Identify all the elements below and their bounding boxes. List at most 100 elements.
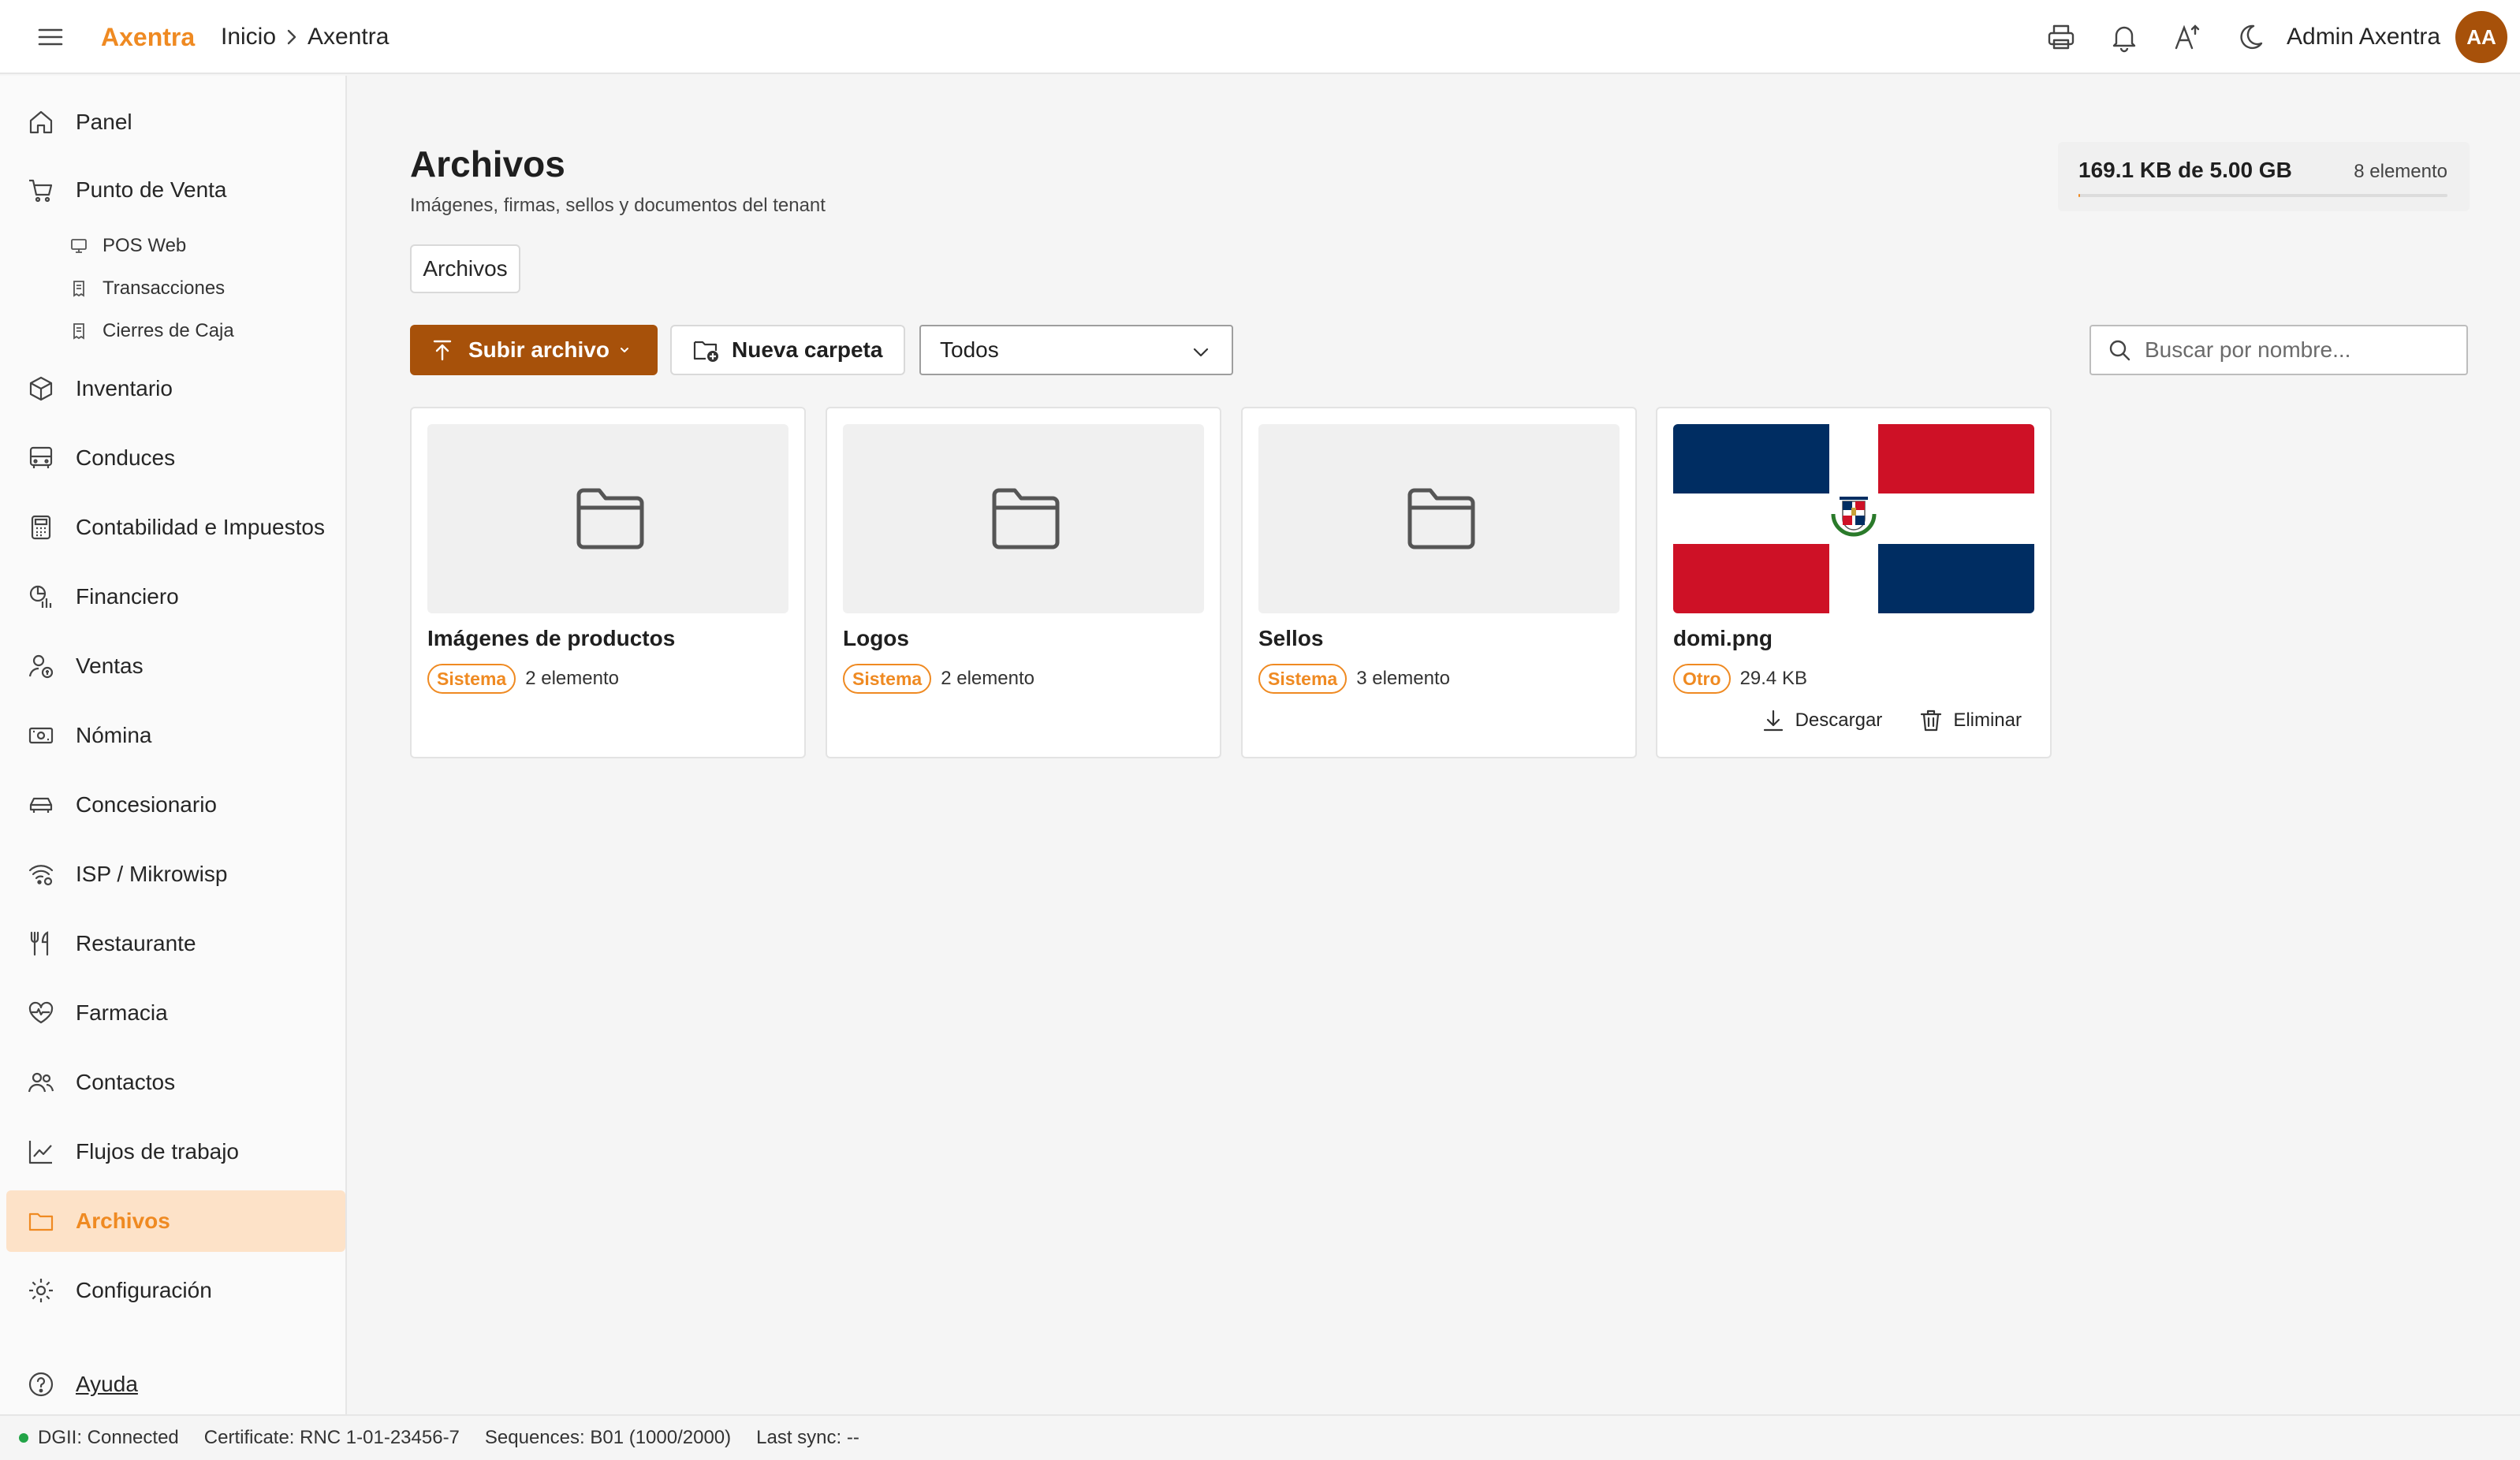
folder-icon bbox=[990, 484, 1062, 553]
card-item-count: 3 elemento bbox=[1356, 668, 1450, 689]
download-button[interactable]: Descargar bbox=[1761, 708, 1882, 733]
card-file-size: 29.4 KB bbox=[1739, 668, 1807, 689]
sidebar-subitem-pos-web[interactable]: POS Web bbox=[69, 230, 186, 262]
folder-plus-icon bbox=[692, 336, 721, 364]
flag-image bbox=[1673, 424, 2034, 613]
printer-icon[interactable] bbox=[2045, 21, 2077, 53]
sidebar-item-nomina[interactable]: Nómina bbox=[6, 705, 345, 766]
top-header: Axentra Inicio Axentra Admin Axentra AA bbox=[0, 0, 2520, 74]
truck-icon bbox=[27, 444, 55, 472]
sidebar-item-restaurante[interactable]: Restaurante bbox=[6, 913, 345, 974]
chart-line-icon bbox=[27, 1138, 55, 1166]
sidebar-item-label: Concesionario bbox=[76, 792, 217, 817]
sidebar-item-panel[interactable]: Panel bbox=[6, 91, 345, 153]
status-badge: Sistema bbox=[1258, 664, 1348, 694]
search-box[interactable] bbox=[2089, 325, 2468, 375]
sidebar-subitem-cierres-de-caja[interactable]: Cierres de Caja bbox=[69, 315, 234, 347]
sidebar-item-label: Nómina bbox=[76, 723, 152, 747]
download-icon bbox=[1761, 708, 1786, 733]
payroll-icon bbox=[27, 721, 55, 750]
folder-icon bbox=[574, 484, 647, 553]
sidebar-item-label: Financiero bbox=[76, 584, 179, 609]
type-filter-value: Todos bbox=[940, 337, 999, 362]
sidebar-subitem-transacciones[interactable]: Transacciones bbox=[69, 273, 225, 304]
bell-icon[interactable] bbox=[2108, 21, 2140, 53]
help-label: Ayuda bbox=[76, 1372, 138, 1396]
card-name: domi.png bbox=[1673, 626, 1773, 650]
menu-icon[interactable] bbox=[35, 21, 66, 53]
sidebar-item-archivos[interactable]: Archivos bbox=[6, 1190, 345, 1252]
file-card-folder[interactable]: Logos Sistema 2 elemento bbox=[826, 407, 1221, 758]
breadcrumb-current: Axentra bbox=[308, 24, 390, 50]
accessibility-icon[interactable] bbox=[2171, 21, 2203, 53]
sidebar-item-ventas[interactable]: Ventas bbox=[6, 635, 345, 697]
chevron-down-icon bbox=[617, 343, 632, 357]
card-thumbnail bbox=[843, 424, 1204, 613]
chevron-right-icon bbox=[281, 26, 303, 48]
card-meta: Sistema 2 elemento bbox=[843, 664, 1034, 694]
sidebar-item-punto-de-venta[interactable]: Punto de Venta bbox=[6, 159, 345, 221]
sidebar-item-flujos[interactable]: Flujos de trabajo bbox=[6, 1121, 345, 1183]
sidebar-item-inventario[interactable]: Inventario bbox=[6, 358, 345, 419]
sidebar-item-financiero[interactable]: Financiero bbox=[6, 566, 345, 628]
help-link[interactable]: Ayuda bbox=[27, 1370, 138, 1399]
storage-used: 169.1 KB de 5.00 GB bbox=[2078, 158, 2292, 182]
file-card-folder[interactable]: Imágenes de productos Sistema 2 elemento bbox=[410, 407, 806, 758]
trash-icon bbox=[1918, 708, 1944, 733]
type-filter-select[interactable]: Todos bbox=[919, 325, 1233, 375]
sidebar-item-contabilidad[interactable]: Contabilidad e Impuestos bbox=[6, 497, 345, 558]
status-badge: Otro bbox=[1673, 664, 1731, 694]
card-thumbnail bbox=[427, 424, 788, 613]
sidebar-item-label: Contabilidad e Impuestos bbox=[76, 515, 325, 539]
sidebar-item-concesionario[interactable]: Concesionario bbox=[6, 774, 345, 836]
sidebar-item-conduces[interactable]: Conduces bbox=[6, 427, 345, 489]
delete-label: Eliminar bbox=[1953, 710, 2022, 731]
card-meta: Sistema 3 elemento bbox=[1258, 664, 1450, 694]
page-title: Archivos bbox=[410, 143, 565, 184]
help-icon bbox=[27, 1370, 55, 1399]
delete-button[interactable]: Eliminar bbox=[1918, 708, 2022, 733]
new-folder-label: Nueva carpeta bbox=[732, 337, 883, 362]
heartbeat-icon bbox=[27, 999, 55, 1027]
file-card-folder[interactable]: Sellos Sistema 3 elemento bbox=[1241, 407, 1637, 758]
card-item-count: 2 elemento bbox=[941, 668, 1034, 689]
sequences-status: Sequences: B01 (1000/2000) bbox=[484, 1427, 732, 1448]
sidebar-item-farmacia[interactable]: Farmacia bbox=[6, 982, 345, 1044]
storage-progress-fill bbox=[2078, 194, 2081, 197]
upload-file-label: Subir archivo bbox=[468, 337, 609, 362]
new-folder-button[interactable]: Nueva carpeta bbox=[670, 325, 905, 375]
card-name: Logos bbox=[843, 626, 909, 650]
finance-icon bbox=[27, 583, 55, 611]
sidebar-item-contactos[interactable]: Contactos bbox=[6, 1052, 345, 1113]
card-thumbnail bbox=[1673, 424, 2034, 613]
user-name[interactable]: Admin Axentra bbox=[2287, 21, 2440, 53]
chevron-down-icon bbox=[1191, 342, 1211, 363]
sidebar-item-isp[interactable]: ISP / Mikrowisp bbox=[6, 844, 345, 905]
sidebar-subitem-label: Transacciones bbox=[103, 277, 226, 299]
sidebar-item-label: Inventario bbox=[76, 376, 173, 400]
card-name: Imágenes de productos bbox=[427, 626, 676, 650]
avatar[interactable]: AA bbox=[2455, 11, 2507, 63]
certificate-status: Certificate: RNC 1-01-23456-7 bbox=[203, 1427, 460, 1448]
sidebar-item-configuracion[interactable]: Configuración bbox=[6, 1260, 345, 1321]
breadcrumb-home[interactable]: Inicio bbox=[221, 21, 276, 53]
tab-archivos[interactable]: Archivos bbox=[410, 244, 520, 293]
upload-file-button[interactable]: Subir archivo bbox=[410, 325, 658, 375]
card-meta: Sistema 2 elemento bbox=[427, 664, 619, 694]
storage-usage-card: 169.1 KB de 5.00 GB 8 elemento bbox=[2058, 142, 2470, 211]
page-subtitle: Imágenes, firmas, sellos y documentos de… bbox=[410, 195, 826, 216]
sales-icon bbox=[27, 652, 55, 680]
file-card-image[interactable]: domi.png Otro 29.4 KB Descargar Eliminar bbox=[1656, 407, 2052, 758]
card-thumbnail bbox=[1258, 424, 1620, 613]
users-icon bbox=[27, 1068, 55, 1097]
search-input[interactable] bbox=[2145, 337, 2452, 363]
home-icon bbox=[27, 108, 55, 136]
wifi-icon bbox=[27, 860, 55, 888]
sidebar: Panel Punto de Venta POS Web Transaccion… bbox=[0, 76, 347, 1414]
sidebar-item-label: Punto de Venta bbox=[76, 177, 227, 202]
card-item-count: 2 elemento bbox=[525, 668, 619, 689]
moon-icon[interactable] bbox=[2235, 21, 2266, 53]
brand-logo[interactable]: Axentra bbox=[101, 21, 195, 53]
utensils-icon bbox=[27, 929, 55, 958]
card-meta: Otro 29.4 KB bbox=[1673, 664, 1807, 694]
